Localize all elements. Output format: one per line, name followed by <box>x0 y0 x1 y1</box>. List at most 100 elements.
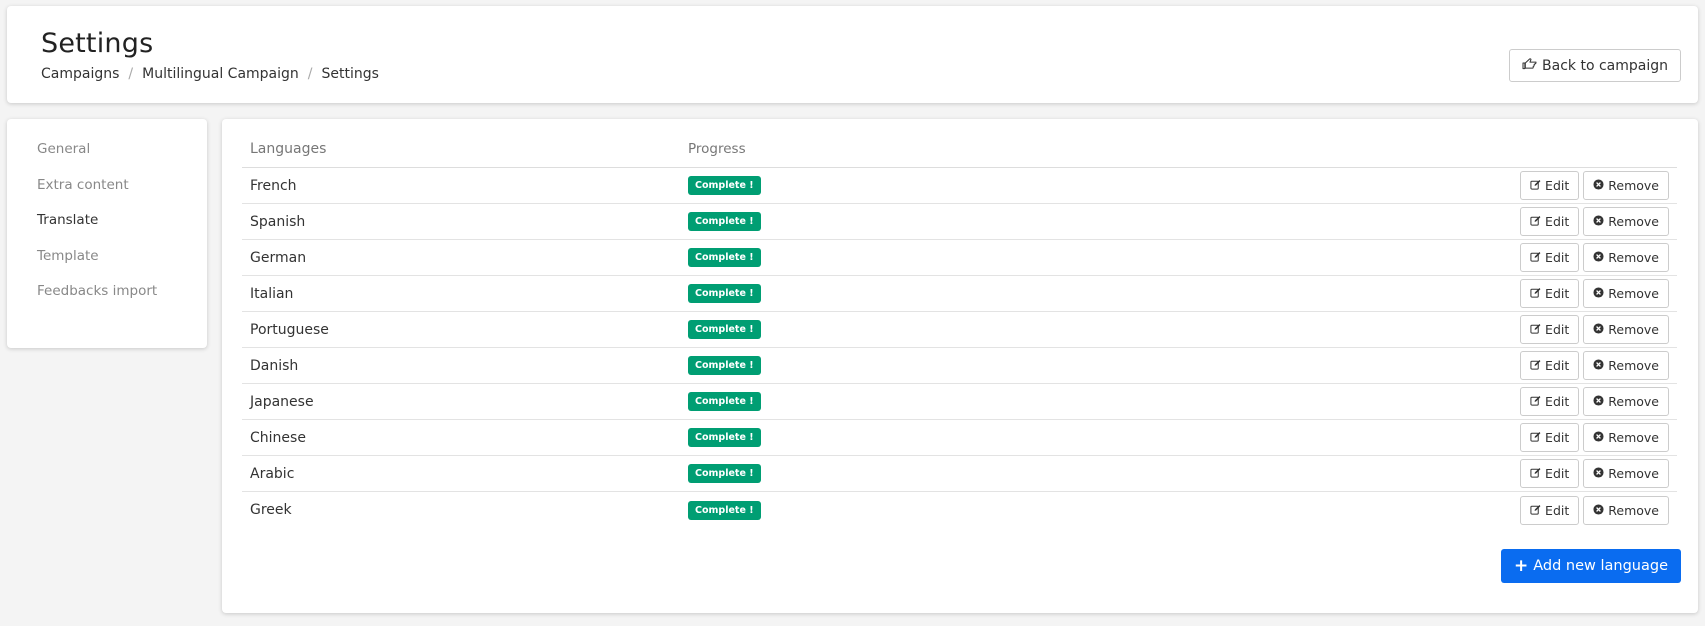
progress-cell: Complete ! <box>688 176 761 195</box>
remove-icon <box>1593 358 1604 373</box>
remove-label: Remove <box>1608 394 1659 409</box>
page-title: Settings <box>41 28 154 59</box>
translations-panel: Languages Progress French Complete ! Edit R… <box>222 119 1698 613</box>
row-actions: Edit Remove <box>1520 423 1669 452</box>
breadcrumb-campaign[interactable]: Multilingual Campaign <box>142 66 299 82</box>
edit-icon <box>1530 286 1541 301</box>
remove-button[interactable]: Remove <box>1583 315 1669 344</box>
remove-icon <box>1593 430 1604 445</box>
language-name: Japanese <box>250 393 314 410</box>
breadcrumb-separator: / <box>128 66 134 82</box>
edit-icon <box>1530 430 1541 445</box>
table-header: Languages Progress <box>242 131 1677 168</box>
row-actions: Edit Remove <box>1520 351 1669 380</box>
table-row: Chinese Complete ! Edit Remove <box>242 420 1677 456</box>
header-card: Settings Campaigns / Multilingual Campai… <box>7 6 1698 103</box>
edit-label: Edit <box>1545 466 1570 481</box>
edit-label: Edit <box>1545 286 1570 301</box>
edit-icon <box>1530 178 1541 193</box>
row-actions: Edit Remove <box>1520 171 1669 200</box>
status-badge: Complete ! <box>688 284 761 303</box>
remove-icon <box>1593 214 1604 229</box>
remove-icon <box>1593 466 1604 481</box>
remove-icon <box>1593 250 1604 265</box>
header-languages: Languages <box>250 141 327 157</box>
remove-button[interactable]: Remove <box>1583 495 1669 525</box>
table-row: French Complete ! Edit Remove <box>242 168 1677 204</box>
edit-button[interactable]: Edit <box>1520 387 1580 416</box>
remove-label: Remove <box>1608 502 1659 518</box>
edit-button[interactable]: Edit <box>1520 351 1580 380</box>
edit-button[interactable]: Edit <box>1520 459 1580 488</box>
language-name: Greek <box>250 502 292 518</box>
edit-label: Edit <box>1545 214 1570 229</box>
remove-label: Remove <box>1608 250 1659 265</box>
remove-button[interactable]: Remove <box>1583 459 1669 488</box>
language-name: German <box>250 249 307 266</box>
breadcrumb-campaigns[interactable]: Campaigns <box>41 66 119 82</box>
progress-cell: Complete ! <box>688 392 761 411</box>
language-name: Arabic <box>250 465 295 482</box>
sidebar-item-feedbacks-import[interactable]: Feedbacks import <box>37 283 157 299</box>
table-row: Arabic Complete ! Edit Remove <box>242 456 1677 492</box>
edit-label: Edit <box>1545 322 1570 337</box>
remove-icon <box>1593 322 1604 337</box>
edit-icon <box>1530 394 1541 409</box>
status-badge: Complete ! <box>688 428 761 447</box>
remove-button[interactable]: Remove <box>1583 351 1669 380</box>
edit-button[interactable]: Edit <box>1520 423 1580 452</box>
row-actions: Edit Remove <box>1520 495 1669 525</box>
breadcrumb: Campaigns / Multilingual Campaign / Sett… <box>41 66 379 82</box>
edit-button[interactable]: Edit <box>1520 207 1580 236</box>
edit-label: Edit <box>1545 502 1570 518</box>
sidebar-item-extra-content[interactable]: Extra content <box>37 177 129 193</box>
remove-icon <box>1593 178 1604 193</box>
remove-label: Remove <box>1608 430 1659 445</box>
edit-button[interactable]: Edit <box>1520 495 1580 525</box>
remove-label: Remove <box>1608 322 1659 337</box>
table-row: Spanish Complete ! Edit Remove <box>242 204 1677 240</box>
status-badge: Complete ! <box>688 392 761 411</box>
remove-button[interactable]: Remove <box>1583 207 1669 236</box>
back-to-campaign-button[interactable]: Back to campaign <box>1509 49 1681 82</box>
table-body: French Complete ! Edit Remove Spanish Complet… <box>242 168 1677 528</box>
remove-icon <box>1593 503 1604 518</box>
row-actions: Edit Remove <box>1520 243 1669 272</box>
remove-button[interactable]: Remove <box>1583 423 1669 452</box>
sidebar-item-general[interactable]: General <box>37 141 90 157</box>
edit-button[interactable]: Edit <box>1520 243 1580 272</box>
sidebar-item-translate[interactable]: Translate <box>37 212 98 228</box>
row-actions: Edit Remove <box>1520 459 1669 488</box>
hand-pointer-left-icon <box>1522 57 1537 74</box>
remove-icon <box>1593 394 1604 409</box>
edit-button[interactable]: Edit <box>1520 171 1580 200</box>
remove-button[interactable]: Remove <box>1583 171 1669 200</box>
remove-label: Remove <box>1608 466 1659 481</box>
plus-icon: + <box>1513 555 1529 576</box>
table-row: Italian Complete ! Edit Remove <box>242 276 1677 312</box>
progress-cell: Complete ! <box>688 356 761 375</box>
language-name: Portuguese <box>250 321 329 338</box>
language-name: French <box>250 177 297 194</box>
row-actions: Edit Remove <box>1520 315 1669 344</box>
progress-cell: Complete ! <box>688 500 761 520</box>
edit-icon <box>1530 250 1541 265</box>
edit-button[interactable]: Edit <box>1520 279 1580 308</box>
progress-cell: Complete ! <box>688 212 761 231</box>
add-new-language-button[interactable]: + Add new language <box>1500 549 1681 583</box>
status-badge: Complete ! <box>688 320 761 339</box>
edit-icon <box>1530 358 1541 373</box>
header-progress: Progress <box>688 141 746 157</box>
edit-icon <box>1530 503 1541 518</box>
remove-button[interactable]: Remove <box>1583 243 1669 272</box>
remove-button[interactable]: Remove <box>1583 387 1669 416</box>
remove-icon <box>1593 286 1604 301</box>
status-badge: Complete ! <box>688 212 761 231</box>
edit-button[interactable]: Edit <box>1520 315 1580 344</box>
table-row: Portuguese Complete ! Edit Remove <box>242 312 1677 348</box>
remove-button[interactable]: Remove <box>1583 279 1669 308</box>
progress-cell: Complete ! <box>688 284 761 303</box>
sidebar-item-template[interactable]: Template <box>37 248 99 264</box>
row-actions: Edit Remove <box>1520 207 1669 236</box>
edit-label: Edit <box>1545 358 1570 373</box>
